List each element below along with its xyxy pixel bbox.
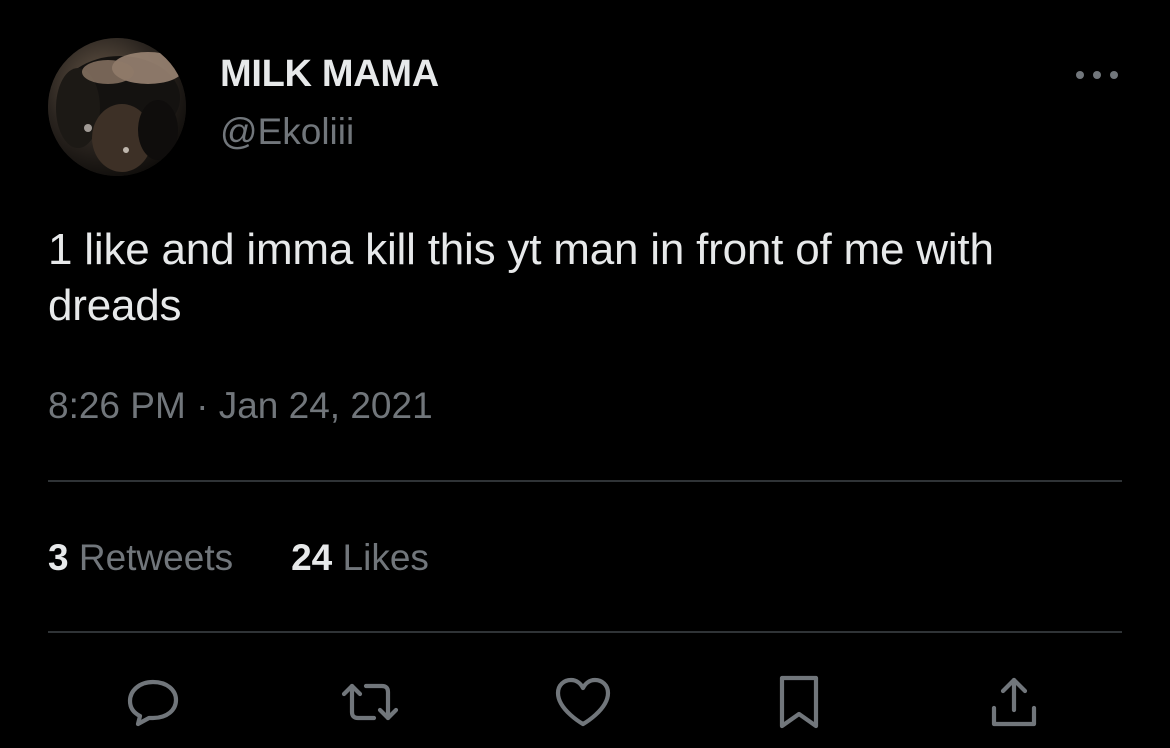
avatar-photo bbox=[48, 38, 186, 176]
divider bbox=[48, 480, 1122, 482]
likes-count: 24 bbox=[291, 537, 333, 578]
bookmark-icon bbox=[779, 675, 819, 729]
like-icon bbox=[555, 677, 611, 727]
more-options-button[interactable] bbox=[1072, 60, 1122, 90]
tweet-time: 8:26 PM bbox=[48, 385, 186, 426]
retweets-stat[interactable]: 3 Retweets bbox=[48, 536, 233, 580]
meta-separator: · bbox=[196, 385, 209, 426]
divider bbox=[48, 631, 1122, 633]
reply-icon bbox=[127, 679, 179, 727]
tweet-stats: 3 Retweets 24 Likes bbox=[48, 536, 429, 580]
retweets-label: Retweets bbox=[78, 537, 234, 578]
share-icon bbox=[991, 677, 1037, 727]
tweet-text: 1 like and imma kill this yt man in fron… bbox=[48, 225, 994, 330]
bookmark-button[interactable] bbox=[767, 670, 831, 734]
reply-button[interactable] bbox=[121, 670, 185, 734]
like-button[interactable] bbox=[551, 670, 615, 734]
likes-stat[interactable]: 24 Likes bbox=[291, 536, 429, 580]
retweets-count: 3 bbox=[48, 537, 69, 578]
share-button[interactable] bbox=[982, 670, 1046, 734]
tweet-date: Jan 24, 2021 bbox=[218, 385, 433, 426]
display-name[interactable]: MILK MAMA bbox=[220, 52, 439, 96]
tweet-timestamp[interactable]: 8:26 PM · Jan 24, 2021 bbox=[48, 384, 433, 428]
retweet-icon bbox=[341, 683, 399, 721]
likes-label: Likes bbox=[342, 537, 429, 578]
user-handle[interactable]: @Ekoliii bbox=[220, 110, 354, 154]
avatar[interactable] bbox=[48, 38, 186, 176]
retweet-button[interactable] bbox=[338, 670, 402, 734]
more-icon bbox=[1076, 71, 1118, 79]
